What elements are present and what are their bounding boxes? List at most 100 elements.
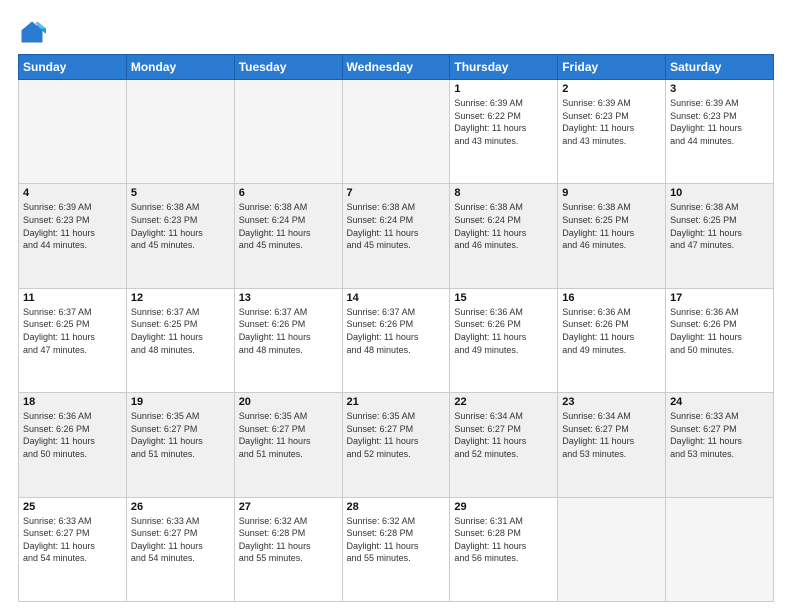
day-number: 26 xyxy=(131,501,230,513)
calendar-cell: 1Sunrise: 6:39 AM Sunset: 6:22 PM Daylig… xyxy=(450,80,558,184)
day-number: 23 xyxy=(562,396,661,408)
calendar-header-thursday: Thursday xyxy=(450,55,558,80)
day-number: 9 xyxy=(562,187,661,199)
day-number: 27 xyxy=(239,501,338,513)
calendar-header-tuesday: Tuesday xyxy=(234,55,342,80)
day-number: 2 xyxy=(562,83,661,95)
day-info: Sunrise: 6:38 AM Sunset: 6:24 PM Dayligh… xyxy=(347,201,446,251)
day-info: Sunrise: 6:36 AM Sunset: 6:26 PM Dayligh… xyxy=(23,410,122,460)
day-info: Sunrise: 6:39 AM Sunset: 6:22 PM Dayligh… xyxy=(454,97,553,147)
calendar-cell xyxy=(126,80,234,184)
day-number: 12 xyxy=(131,292,230,304)
calendar-header-sunday: Sunday xyxy=(19,55,127,80)
calendar-cell: 8 Sunrise: 6:38 AM Sunset: 6:24 PM Daylig… xyxy=(450,184,558,288)
calendar-cell: 14Sunrise: 6:37 AM Sunset: 6:26 PM Dayli… xyxy=(342,288,450,392)
calendar-cell: 28 Sunrise: 6:32 AM Sunset: 6:28 PM Dayli… xyxy=(342,497,450,601)
header xyxy=(18,18,774,46)
day-number: 8 xyxy=(454,187,553,199)
day-info: Sunrise: 6:35 AM Sunset: 6:27 PM Dayligh… xyxy=(131,410,230,460)
calendar-cell: 21Sunrise: 6:35 AM Sunset: 6:27 PM Dayli… xyxy=(342,393,450,497)
calendar-cell: 19 Sunrise: 6:35 AM Sunset: 6:27 PM Dayli… xyxy=(126,393,234,497)
day-info: Sunrise: 6:33 AM Sunset: 6:27 PM Dayligh… xyxy=(670,410,769,460)
calendar-cell: 29 Sunrise: 6:31 AM Sunset: 6:28 PM Dayli… xyxy=(450,497,558,601)
day-info: Sunrise: 6:35 AM Sunset: 6:27 PM Dayligh… xyxy=(239,410,338,460)
day-number: 19 xyxy=(131,396,230,408)
day-info: Sunrise: 6:37 AM Sunset: 6:26 PM Dayligh… xyxy=(239,306,338,356)
day-number: 29 xyxy=(454,501,553,513)
day-number: 20 xyxy=(239,396,338,408)
calendar-cell xyxy=(19,80,127,184)
calendar-cell: 7 Sunrise: 6:38 AM Sunset: 6:24 PM Daylig… xyxy=(342,184,450,288)
day-info: Sunrise: 6:35 AM Sunset: 6:27 PM Dayligh… xyxy=(347,410,446,460)
logo-icon xyxy=(18,18,46,46)
day-info: Sunrise: 6:37 AM Sunset: 6:25 PM Dayligh… xyxy=(131,306,230,356)
day-info: Sunrise: 6:36 AM Sunset: 6:26 PM Dayligh… xyxy=(454,306,553,356)
calendar-table: SundayMondayTuesdayWednesdayThursdayFrid… xyxy=(18,54,774,602)
calendar-header-saturday: Saturday xyxy=(666,55,774,80)
day-number: 5 xyxy=(131,187,230,199)
day-number: 14 xyxy=(347,292,446,304)
calendar-header-monday: Monday xyxy=(126,55,234,80)
day-info: Sunrise: 6:38 AM Sunset: 6:25 PM Dayligh… xyxy=(562,201,661,251)
calendar-cell: 20 Sunrise: 6:35 AM Sunset: 6:27 PM Dayli… xyxy=(234,393,342,497)
day-info: Sunrise: 6:38 AM Sunset: 6:24 PM Dayligh… xyxy=(454,201,553,251)
calendar-cell: 13 Sunrise: 6:37 AM Sunset: 6:26 PM Dayli… xyxy=(234,288,342,392)
calendar-week-row: 11 Sunrise: 6:37 AM Sunset: 6:25 PM Dayli… xyxy=(19,288,774,392)
calendar-cell: 6 Sunrise: 6:38 AM Sunset: 6:24 PM Daylig… xyxy=(234,184,342,288)
calendar-cell: 25Sunrise: 6:33 AM Sunset: 6:27 PM Dayli… xyxy=(19,497,127,601)
day-number: 24 xyxy=(670,396,769,408)
calendar-cell: 10Sunrise: 6:38 AM Sunset: 6:25 PM Dayli… xyxy=(666,184,774,288)
calendar-cell: 22Sunrise: 6:34 AM Sunset: 6:27 PM Dayli… xyxy=(450,393,558,497)
calendar-header-wednesday: Wednesday xyxy=(342,55,450,80)
calendar-week-row: 1Sunrise: 6:39 AM Sunset: 6:22 PM Daylig… xyxy=(19,80,774,184)
calendar-cell: 27 Sunrise: 6:32 AM Sunset: 6:28 PM Dayli… xyxy=(234,497,342,601)
day-info: Sunrise: 6:32 AM Sunset: 6:28 PM Dayligh… xyxy=(347,515,446,565)
calendar-week-row: 4 Sunrise: 6:39 AM Sunset: 6:23 PM Daylig… xyxy=(19,184,774,288)
day-number: 18 xyxy=(23,396,122,408)
calendar-cell xyxy=(558,497,666,601)
calendar-cell: 12 Sunrise: 6:37 AM Sunset: 6:25 PM Dayli… xyxy=(126,288,234,392)
calendar-cell: 16Sunrise: 6:36 AM Sunset: 6:26 PM Dayli… xyxy=(558,288,666,392)
day-number: 25 xyxy=(23,501,122,513)
calendar-cell: 26Sunrise: 6:33 AM Sunset: 6:27 PM Dayli… xyxy=(126,497,234,601)
day-info: Sunrise: 6:36 AM Sunset: 6:26 PM Dayligh… xyxy=(562,306,661,356)
day-number: 11 xyxy=(23,292,122,304)
day-number: 22 xyxy=(454,396,553,408)
page: SundayMondayTuesdayWednesdayThursdayFrid… xyxy=(0,0,792,612)
calendar-cell: 23 Sunrise: 6:34 AM Sunset: 6:27 PM Dayli… xyxy=(558,393,666,497)
day-info: Sunrise: 6:32 AM Sunset: 6:28 PM Dayligh… xyxy=(239,515,338,565)
day-info: Sunrise: 6:39 AM Sunset: 6:23 PM Dayligh… xyxy=(562,97,661,147)
calendar-cell: 15 Sunrise: 6:36 AM Sunset: 6:26 PM Dayli… xyxy=(450,288,558,392)
day-info: Sunrise: 6:34 AM Sunset: 6:27 PM Dayligh… xyxy=(562,410,661,460)
calendar-cell: 2 Sunrise: 6:39 AM Sunset: 6:23 PM Daylig… xyxy=(558,80,666,184)
day-number: 13 xyxy=(239,292,338,304)
calendar-cell: 3Sunrise: 6:39 AM Sunset: 6:23 PM Daylig… xyxy=(666,80,774,184)
day-number: 10 xyxy=(670,187,769,199)
calendar-cell: 5 Sunrise: 6:38 AM Sunset: 6:23 PM Daylig… xyxy=(126,184,234,288)
day-info: Sunrise: 6:38 AM Sunset: 6:24 PM Dayligh… xyxy=(239,201,338,251)
calendar-header-friday: Friday xyxy=(558,55,666,80)
day-info: Sunrise: 6:38 AM Sunset: 6:23 PM Dayligh… xyxy=(131,201,230,251)
calendar-week-row: 18 Sunrise: 6:36 AM Sunset: 6:26 PM Dayli… xyxy=(19,393,774,497)
day-number: 4 xyxy=(23,187,122,199)
day-number: 15 xyxy=(454,292,553,304)
calendar-cell: 4 Sunrise: 6:39 AM Sunset: 6:23 PM Daylig… xyxy=(19,184,127,288)
calendar-cell xyxy=(342,80,450,184)
day-info: Sunrise: 6:39 AM Sunset: 6:23 PM Dayligh… xyxy=(670,97,769,147)
day-number: 17 xyxy=(670,292,769,304)
day-info: Sunrise: 6:37 AM Sunset: 6:25 PM Dayligh… xyxy=(23,306,122,356)
calendar-cell: 24 Sunrise: 6:33 AM Sunset: 6:27 PM Dayli… xyxy=(666,393,774,497)
calendar-cell: 9 Sunrise: 6:38 AM Sunset: 6:25 PM Daylig… xyxy=(558,184,666,288)
calendar-cell xyxy=(666,497,774,601)
calendar-cell: 17Sunrise: 6:36 AM Sunset: 6:26 PM Dayli… xyxy=(666,288,774,392)
day-info: Sunrise: 6:31 AM Sunset: 6:28 PM Dayligh… xyxy=(454,515,553,565)
day-number: 6 xyxy=(239,187,338,199)
day-info: Sunrise: 6:39 AM Sunset: 6:23 PM Dayligh… xyxy=(23,201,122,251)
logo xyxy=(18,18,50,46)
calendar-cell: 18 Sunrise: 6:36 AM Sunset: 6:26 PM Dayli… xyxy=(19,393,127,497)
day-number: 7 xyxy=(347,187,446,199)
calendar-cell: 11 Sunrise: 6:37 AM Sunset: 6:25 PM Dayli… xyxy=(19,288,127,392)
calendar-week-row: 25Sunrise: 6:33 AM Sunset: 6:27 PM Dayli… xyxy=(19,497,774,601)
calendar-header-row: SundayMondayTuesdayWednesdayThursdayFrid… xyxy=(19,55,774,80)
day-number: 28 xyxy=(347,501,446,513)
